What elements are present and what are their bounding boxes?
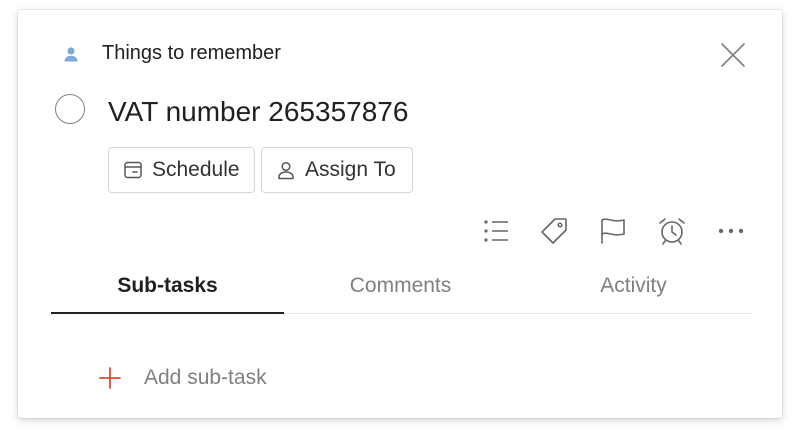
close-button[interactable] [718, 40, 748, 70]
add-sub-task-label: Add sub-task [144, 366, 267, 389]
more-options-button[interactable] [713, 213, 749, 249]
priority-flag-icon [601, 218, 625, 244]
person-icon [62, 45, 80, 63]
tab-activity[interactable]: Activity [517, 265, 750, 313]
label-button[interactable] [536, 213, 572, 249]
complete-task-checkbox[interactable] [55, 94, 85, 124]
assign-to-button[interactable]: Assign To [261, 147, 413, 193]
add-sub-task-button[interactable]: Add sub-task [98, 366, 267, 390]
person-outline-icon [276, 160, 296, 180]
subtasks-list-button[interactable] [478, 213, 514, 249]
calendar-icon [123, 160, 143, 180]
priority-button[interactable] [595, 213, 631, 249]
task-title[interactable]: VAT number 265357876 [108, 96, 408, 128]
plus-icon [98, 366, 122, 390]
more-options-icon [718, 228, 744, 234]
detail-tabs: Sub-tasks Comments Activity [51, 265, 751, 314]
project-name: Things to remember [102, 42, 281, 64]
reminder-alarm-icon [659, 218, 685, 245]
tab-sub-tasks[interactable]: Sub-tasks [51, 265, 284, 314]
project-header[interactable]: Things to remember [62, 42, 281, 65]
schedule-button[interactable]: Schedule [108, 147, 255, 193]
subtasks-list-icon [484, 220, 508, 242]
reminder-button[interactable] [654, 213, 690, 249]
label-tag-icon [541, 218, 567, 244]
tab-comments[interactable]: Comments [284, 265, 517, 313]
assign-label: Assign To [305, 158, 396, 181]
task-detail-dialog: Things to remember VAT number 265357876 … [18, 10, 782, 418]
schedule-label: Schedule [152, 158, 240, 181]
close-icon [721, 43, 745, 67]
